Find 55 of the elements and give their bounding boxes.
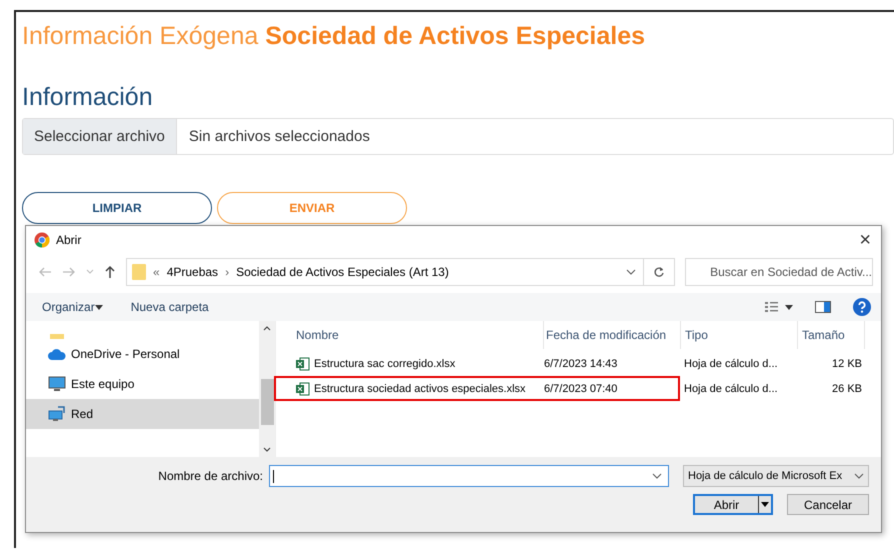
path-separator: › [225, 265, 230, 279]
page-title: Información Exógena Sociedad de Activos Especiales [22, 22, 646, 51]
clear-button[interactable]: LIMPIAR [22, 192, 212, 224]
scrollbar[interactable] [259, 321, 275, 457]
breadcrumb-item[interactable]: Sociedad de Activos Especiales (Art 13) [236, 265, 449, 279]
chevron-down-icon [854, 473, 864, 479]
type-cell-text: Hoja de cálculo d... [683, 382, 779, 394]
new-folder-button[interactable]: Nueva carpeta [130, 300, 209, 314]
network-icon [48, 406, 66, 422]
column-header[interactable]: Tamaño [798, 321, 865, 349]
type-cell-text: Hoja de cálculo d... [683, 358, 779, 370]
browser-logo-icon [34, 232, 50, 248]
monitor-icon [48, 376, 66, 392]
sidebar-item[interactable]: Este equipo [26, 369, 259, 399]
breadcrumb-item[interactable]: 4Pruebas [166, 265, 218, 279]
cloud-icon [48, 348, 66, 360]
organize-menu[interactable]: Organizar [42, 300, 103, 314]
column-header[interactable]: Tipo [681, 321, 798, 349]
close-button[interactable]: × [859, 230, 871, 250]
scroll-up-icon[interactable] [263, 326, 271, 331]
spreadsheet-icon [296, 356, 310, 370]
size-cell-text: 26 KB [831, 382, 863, 394]
search-field[interactable]: Buscar en Sociedad de Activ... [685, 258, 873, 286]
caret-icon [761, 502, 769, 507]
folder-icon [132, 263, 146, 281]
preview-pane-icon[interactable] [815, 301, 831, 313]
date-cell-text: 6/7/2023 14:43 [543, 358, 618, 370]
date-cell-text: 6/7/2023 07:40 [543, 382, 618, 394]
size-cell-text: 12 KB [831, 358, 863, 370]
refresh-icon[interactable] [653, 266, 665, 278]
scroll-down-icon[interactable] [263, 447, 271, 452]
sidebar-item[interactable]: OneDrive - Personal [26, 339, 259, 369]
address-bar[interactable]: « 4Pruebas › Sociedad de Activos Especiales (Art 13) [126, 258, 675, 286]
filename-field[interactable] [269, 465, 669, 487]
column-header[interactable]: Fecha de modificación [544, 321, 681, 349]
folder-icon [50, 331, 66, 339]
caret-icon [94, 304, 103, 310]
dialog-title: Abrir [56, 233, 82, 247]
spreadsheet-icon [296, 382, 310, 396]
file-input[interactable]: Seleccionar archivo Sin archivos seleccionados [22, 118, 894, 155]
filename-label: Nombre de archivo: [158, 469, 263, 483]
section-title: Información [22, 83, 154, 112]
help-icon[interactable] [853, 298, 871, 316]
overflow-chevron[interactable]: « [153, 265, 160, 279]
column-header[interactable]: Nombre [296, 321, 544, 349]
file-name[interactable]: Estructura sac corregido.xlsx [314, 358, 538, 370]
view-options-icon[interactable] [765, 301, 793, 313]
cancel-button[interactable]: Cancelar [787, 494, 869, 515]
sidebar-item[interactable]: Red [26, 399, 259, 429]
file-name[interactable]: Estructura sociedad activos especiales.xlsx [314, 382, 538, 394]
file-type-dropdown[interactable]: Hoja de cálculo de Microsoft Ex [683, 465, 869, 487]
open-button[interactable]: Abrir [693, 494, 773, 515]
chevron-down-icon [652, 473, 662, 479]
up-arrow-icon[interactable] [104, 265, 116, 279]
chevron-down-icon[interactable] [626, 269, 636, 275]
